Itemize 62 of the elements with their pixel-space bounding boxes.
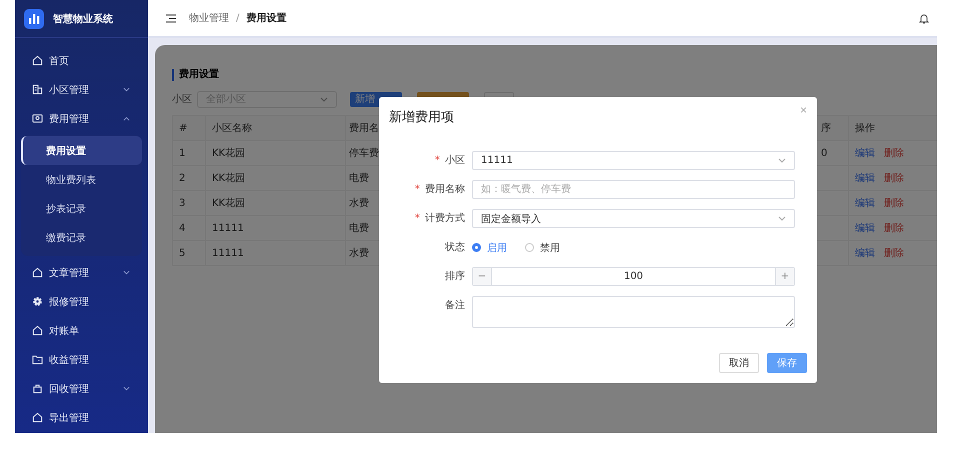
submenu-item[interactable]: 物业费列表 [21, 165, 142, 194]
select-field[interactable]: 11111 [472, 151, 795, 170]
table-cell: 3 [173, 191, 206, 215]
table-cell: 1 [173, 141, 206, 165]
table-cell: KK花园 [206, 191, 346, 215]
chevron-icon [778, 216, 786, 221]
table-cell: 2 [173, 166, 206, 190]
field-label: 状态 [445, 242, 465, 253]
table-cell: 11111 [206, 241, 346, 265]
page-title: 费用设置 [172, 69, 937, 81]
sidebar-item[interactable]: 回收管理 [15, 374, 148, 403]
input-field[interactable]: 如：暖气费、停车费 [472, 180, 795, 199]
column-header: 小区名称 [206, 116, 346, 140]
field-label: 备注 [445, 300, 465, 311]
bag-icon [32, 383, 43, 394]
table-cell: 4 [173, 216, 206, 240]
chevron-icon [778, 158, 786, 163]
breadcrumb-separator: / [236, 12, 240, 24]
column-header: 操作 [849, 116, 937, 140]
required-mark: * [434, 155, 440, 166]
sidebar-item[interactable]: 首页 [15, 46, 148, 75]
cancel-button[interactable]: 取消 [719, 353, 759, 373]
bell-icon[interactable] [919, 12, 929, 24]
select-field[interactable]: 固定金额导入 [472, 209, 795, 228]
sidebar-item[interactable]: 文章管理 [15, 258, 148, 287]
folder-icon [32, 354, 43, 365]
app-title: 智慧物业系统 [53, 12, 113, 26]
building-icon [32, 84, 43, 95]
sidebar-item[interactable]: 对账单 [15, 316, 148, 345]
required-mark: * [414, 213, 420, 224]
field-label: 小区 [445, 155, 465, 166]
house-icon [32, 412, 43, 423]
sidebar-item[interactable]: 报修管理 [15, 287, 148, 316]
gear-icon [32, 296, 43, 307]
field-label: 计费方式 [425, 213, 465, 224]
submenu-item[interactable]: 缴费记录 [21, 223, 142, 252]
menu-icon[interactable] [166, 14, 176, 22]
column-header: # [173, 116, 206, 140]
sidebar-item[interactable]: 导出管理 [15, 403, 148, 432]
house-icon [32, 325, 43, 336]
chevron-icon [320, 96, 328, 102]
bar-chart-logo-icon [24, 8, 44, 28]
breadcrumb-item: 费用设置 [246, 12, 286, 25]
sidebar-item[interactable]: 小区管理 [15, 75, 148, 104]
table-cell: 5 [173, 241, 206, 265]
house-icon [32, 55, 43, 66]
filter-label: 小区 [172, 92, 192, 106]
submenu-item[interactable]: 抄表记录 [21, 194, 142, 223]
radio-option[interactable]: 启用 [472, 240, 507, 254]
card-icon [32, 113, 43, 124]
radio-option[interactable]: 禁用 [525, 240, 560, 254]
table-cell: KK花园 [206, 166, 346, 190]
field-label: 排序 [445, 271, 465, 282]
sidebar-item[interactable]: 费用管理 [15, 104, 148, 133]
breadcrumb-item[interactable]: 物业管理 [189, 11, 229, 25]
sidebar-item[interactable]: 收益管理 [15, 345, 148, 374]
dialog-title: 新增费用项 [389, 109, 454, 126]
table-cell: KK花园 [206, 141, 346, 165]
house-icon [32, 267, 43, 278]
table-cell: 11111 [206, 216, 346, 240]
submenu-item[interactable]: 费用设置 [21, 136, 142, 165]
table-cell: 0 [821, 148, 828, 158]
